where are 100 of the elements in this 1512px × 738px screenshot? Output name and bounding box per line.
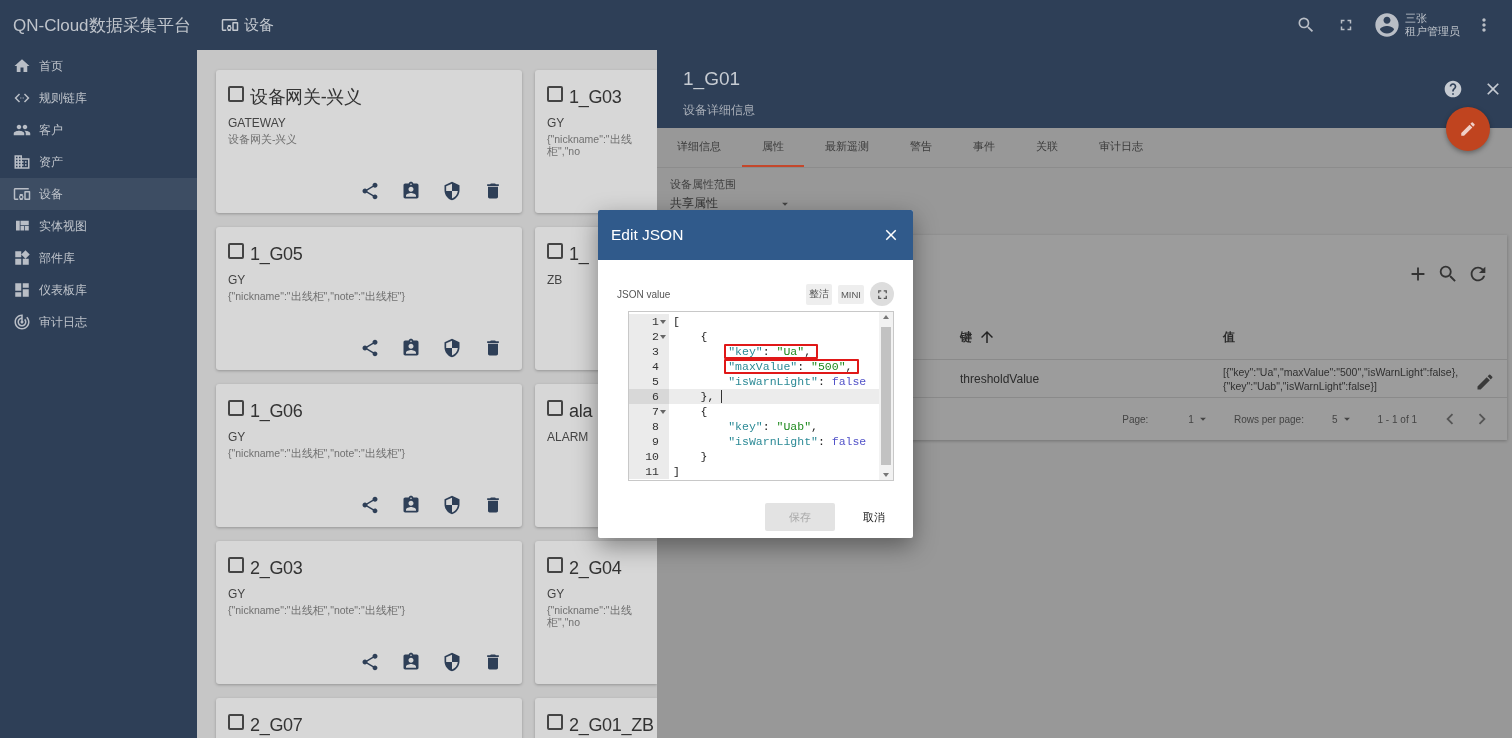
shield-icon[interactable] <box>442 652 462 672</box>
device-card[interactable]: 2_G01_ZB <box>535 698 657 738</box>
scroll-down-icon[interactable] <box>883 473 889 477</box>
building-icon <box>13 153 31 171</box>
code-line: } <box>699 449 709 464</box>
device-title: 1_G01 <box>683 68 741 90</box>
dashboard-icon <box>13 281 31 299</box>
code-line: { <box>699 404 709 419</box>
text-cursor <box>721 390 723 403</box>
checkbox[interactable] <box>547 243 563 259</box>
search-icon[interactable] <box>1437 263 1459 285</box>
tab[interactable]: 事件 <box>953 128 1015 167</box>
share-icon[interactable] <box>360 181 380 201</box>
line-number: 10 <box>645 450 659 463</box>
help-icon[interactable] <box>1443 79 1463 99</box>
sidebar-item[interactable]: 仪表板库 <box>0 274 197 306</box>
code-line: ] <box>672 464 681 479</box>
device-card[interactable]: 1_G05 GY {"nickname":"出线柜","note":"出线柜"} <box>216 227 522 370</box>
code-line: "isWarnLight": false <box>727 434 868 449</box>
sidebar-item[interactable]: 审计日志 <box>0 306 197 338</box>
page-select[interactable]: 1 <box>1188 412 1210 427</box>
assign-icon[interactable] <box>401 652 421 672</box>
search-icon[interactable] <box>1296 15 1316 35</box>
line-number: 4 <box>652 360 659 373</box>
dialog-button[interactable]: 取消 <box>849 503 899 531</box>
table-cell: thresholdValue <box>960 371 1040 386</box>
device-type: ZB <box>547 273 563 287</box>
checkbox[interactable] <box>228 86 244 102</box>
shield-icon[interactable] <box>442 338 462 358</box>
line-number: 6 <box>652 390 659 403</box>
rows-per-page-label: Rows per page: <box>1233 413 1304 425</box>
format-button[interactable]: MINI <box>837 284 864 304</box>
rows-select[interactable]: 5 <box>1331 412 1354 427</box>
page-title: 设备 <box>244 15 274 35</box>
code-line: "isWarnLight": false <box>727 374 868 389</box>
table-cell: [{"key":"Ua","maxValue":"500","isWarnLight":false}, {"key":"Uab","isWarnLight":false}] <box>1223 364 1459 393</box>
device-card[interactable]: 1_G03 GY {"nickname":"出线柜","no <box>535 70 657 213</box>
tab[interactable]: 详细信息 <box>657 128 741 167</box>
fold-arrow-icon[interactable] <box>660 334 666 339</box>
fullscreen-button[interactable] <box>870 282 894 306</box>
sidebar-item[interactable]: 客户 <box>0 114 197 146</box>
sidebar-item[interactable]: 设备 <box>0 178 197 210</box>
device-name: 1_G05 <box>250 243 303 265</box>
target-icon <box>13 313 31 331</box>
device-card[interactable]: 2_G07 <box>216 698 522 738</box>
line-number: 7 <box>652 405 659 418</box>
device-type: GATEWAY <box>228 116 286 130</box>
code-line: "key": "Uab", <box>727 419 819 434</box>
devices-icon <box>221 16 239 34</box>
device-card[interactable]: 2_G04 GY {"nickname":"出线柜","no <box>535 541 657 684</box>
edit-fab[interactable] <box>1446 107 1490 151</box>
tab[interactable]: 审计日志 <box>1079 128 1163 167</box>
checkbox[interactable] <box>547 714 563 730</box>
device-description: {"nickname":"出线柜","note":"出线柜"} <box>228 447 405 459</box>
sidebar-item[interactable]: 规则链库 <box>0 82 197 114</box>
checkbox[interactable] <box>547 400 563 416</box>
tab[interactable]: 最新遥测 <box>805 128 889 167</box>
sidebar-item[interactable]: 实体视图 <box>0 210 197 242</box>
tab[interactable]: 关联 <box>1016 128 1078 167</box>
share-icon[interactable] <box>360 652 380 672</box>
device-name: 2_G04 <box>569 557 622 579</box>
checkbox[interactable] <box>228 557 244 573</box>
device-card[interactable]: 1_G06 GY {"nickname":"出线柜","note":"出线柜"} <box>216 384 522 527</box>
json-editor[interactable]: 1 [ 2 { 3 "key": "Ua", 4 "maxValue": "500", 5 "isWarnLight": false 6 }, 7 { 8 "key": "Uab", 9 "isWarnLight": false 10 } 11 ] <box>628 311 894 481</box>
device-type: GY <box>547 587 565 601</box>
device-type: GY <box>228 273 246 287</box>
checkbox[interactable] <box>228 243 244 259</box>
sidebar-item[interactable]: 部件库 <box>0 242 197 274</box>
shield-icon[interactable] <box>442 495 462 515</box>
assign-icon[interactable] <box>401 495 421 515</box>
pencil-icon[interactable] <box>1475 372 1495 393</box>
checkbox[interactable] <box>228 714 244 730</box>
column-header[interactable]: 值 <box>1223 328 1235 346</box>
assign-icon[interactable] <box>401 338 421 358</box>
share-icon[interactable] <box>360 338 380 358</box>
device-type: GY <box>228 430 246 444</box>
sidebar-item[interactable]: 资产 <box>0 146 197 178</box>
device-name: 设备网关-兴义 <box>250 86 362 109</box>
fold-arrow-icon[interactable] <box>660 319 666 324</box>
checkbox[interactable] <box>547 86 563 102</box>
device-card[interactable]: 2_G03 GY {"nickname":"出线柜","note":"出线柜"} <box>216 541 522 684</box>
page-range: 1 - 1 of 1 <box>1377 413 1417 425</box>
pencil-icon <box>1459 120 1477 138</box>
device-card[interactable]: 设备网关-兴义 GATEWAY 设备网关-兴义 <box>216 70 522 213</box>
scrollbar[interactable] <box>879 312 893 480</box>
code-line: }, <box>699 389 716 404</box>
tab[interactable]: 属性 <box>742 128 804 167</box>
scroll-up-icon[interactable] <box>883 315 889 319</box>
checkbox[interactable] <box>228 400 244 416</box>
assign-icon[interactable] <box>401 181 421 201</box>
shield-icon[interactable] <box>442 181 462 201</box>
tab[interactable]: 警告 <box>890 128 952 167</box>
fold-arrow-icon[interactable] <box>660 409 666 414</box>
checkbox[interactable] <box>547 557 563 573</box>
column-header[interactable]: 键 <box>960 328 972 346</box>
share-icon[interactable] <box>360 495 380 515</box>
avatar-icon[interactable] <box>1373 11 1401 39</box>
format-button[interactable]: 整洁 <box>805 283 832 305</box>
device-type: GY <box>228 587 246 601</box>
sidebar-item[interactable]: 首页 <box>0 50 197 82</box>
